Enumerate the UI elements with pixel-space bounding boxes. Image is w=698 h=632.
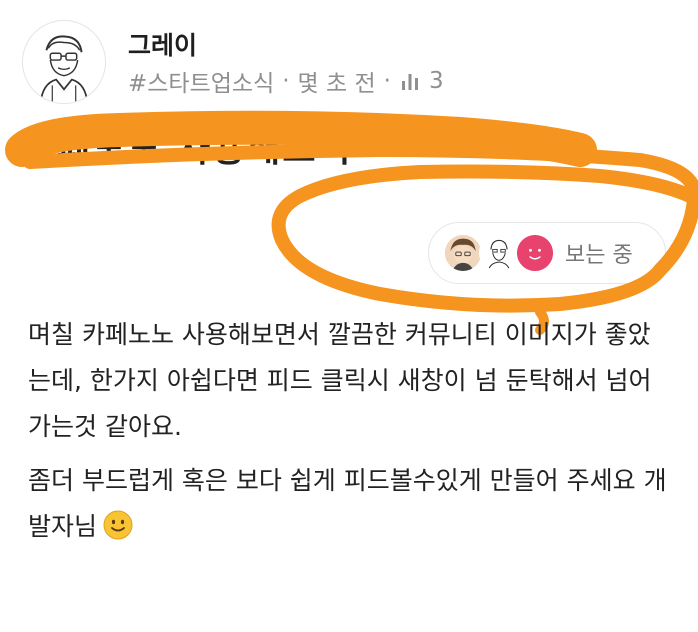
viewer-avatar-icon <box>515 233 555 273</box>
post-title-block: 카페노노 사용해보니 <box>22 120 662 180</box>
post-paragraph: 며칠 카페노노 사용해보면서 깔끔한 커뮤니티 이미지가 좋았는데, 한가지 아… <box>28 320 652 441</box>
meta-separator: · <box>383 68 391 94</box>
sketch-person-avatar-icon <box>23 21 105 103</box>
bar-chart-icon <box>399 70 421 92</box>
post-time: 몇 초 전 <box>297 71 376 97</box>
meta-separator: · <box>282 68 290 94</box>
smile-emoji-icon <box>103 509 133 540</box>
viewer-avatar-icon <box>443 233 483 273</box>
viewing-now-pill[interactable]: 보는 중 <box>428 222 666 284</box>
post-title[interactable]: 카페노노 사용해보니 <box>22 120 662 180</box>
topic-tag[interactable]: #스타트업소식 <box>128 64 274 98</box>
viewer-avatar-icon <box>479 233 519 273</box>
post-meta: #스타트업소식 · 몇 초 전 · 3 <box>128 64 444 98</box>
viewing-now-label: 보는 중 <box>565 243 633 268</box>
view-count: 3 <box>428 68 444 94</box>
author-avatar[interactable] <box>22 20 106 104</box>
post-body: 며칠 카페노노 사용해보면서 깔끔한 커뮤니티 이미지가 좋았는데, 한가지 아… <box>28 312 668 558</box>
author-name[interactable]: 그레이 <box>128 26 197 62</box>
post-paragraph: 좀더 부드럽게 혹은 보다 쉽게 피드볼수있게 만들어 주세요 개발자님 <box>28 458 668 550</box>
